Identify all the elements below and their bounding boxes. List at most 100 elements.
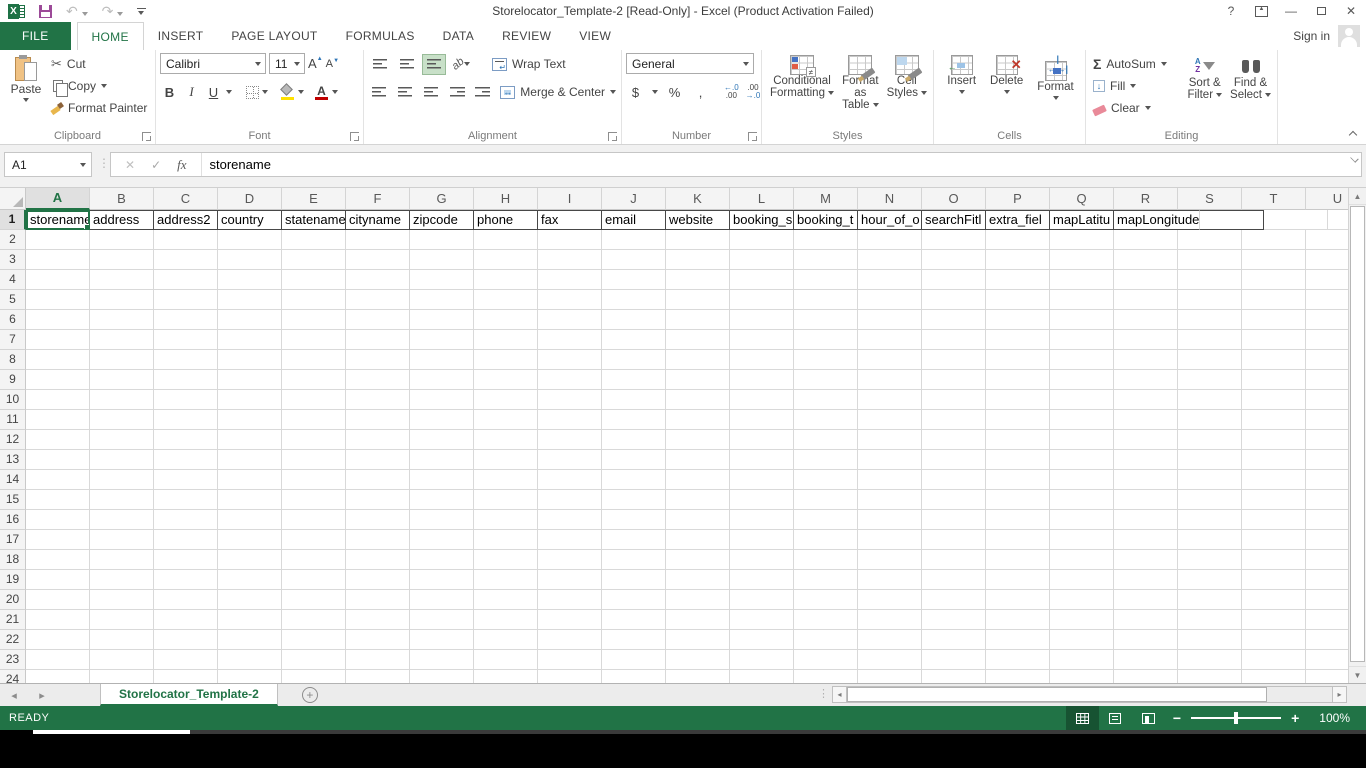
cell-R2[interactable]: [1114, 230, 1178, 250]
cell-B16[interactable]: [90, 510, 154, 530]
column-header-K[interactable]: K: [666, 188, 730, 210]
cell-R7[interactable]: [1114, 330, 1178, 350]
cell-A8[interactable]: [26, 350, 90, 370]
cell-H16[interactable]: [474, 510, 538, 530]
font-size-dropdown-icon[interactable]: [294, 62, 300, 66]
cell-J19[interactable]: [602, 570, 666, 590]
cell-D18[interactable]: [218, 550, 282, 570]
sign-in-link[interactable]: Sign in: [1293, 29, 1330, 43]
cell-P8[interactable]: [986, 350, 1050, 370]
cell-K9[interactable]: [666, 370, 730, 390]
cell-U4[interactable]: [1306, 270, 1348, 290]
cell-S24[interactable]: [1178, 670, 1242, 683]
cell-P22[interactable]: [986, 630, 1050, 650]
cell-Q14[interactable]: [1050, 470, 1114, 490]
cell-R21[interactable]: [1114, 610, 1178, 630]
cell-R4[interactable]: [1114, 270, 1178, 290]
cell-Q15[interactable]: [1050, 490, 1114, 510]
cell-K17[interactable]: [666, 530, 730, 550]
cell-C20[interactable]: [154, 590, 218, 610]
cell-F12[interactable]: [346, 430, 410, 450]
column-header-T[interactable]: T: [1242, 188, 1306, 210]
tab-home[interactable]: HOME: [77, 22, 144, 50]
conditional-formatting-button[interactable]: ≠ Conditional Formatting: [766, 53, 838, 128]
cell-D16[interactable]: [218, 510, 282, 530]
restore-icon[interactable]: [1306, 0, 1336, 22]
cell-Q1[interactable]: mapLatitu: [1050, 210, 1114, 230]
cell-M15[interactable]: [794, 490, 858, 510]
cell-I19[interactable]: [538, 570, 602, 590]
cell-D19[interactable]: [218, 570, 282, 590]
cell-P7[interactable]: [986, 330, 1050, 350]
cell-L5[interactable]: [730, 290, 794, 310]
column-header-C[interactable]: C: [154, 188, 218, 210]
page-layout-view-button[interactable]: [1099, 706, 1132, 730]
cell-M24[interactable]: [794, 670, 858, 683]
row-header-24[interactable]: 24: [0, 670, 26, 683]
row-header-1[interactable]: 1: [0, 210, 26, 230]
cell-C13[interactable]: [154, 450, 218, 470]
cell-C10[interactable]: [154, 390, 218, 410]
cell-R17[interactable]: [1114, 530, 1178, 550]
cell-M16[interactable]: [794, 510, 858, 530]
cell-J14[interactable]: [602, 470, 666, 490]
cell-R1[interactable]: mapLongitude: [1114, 210, 1200, 230]
column-header-G[interactable]: G: [410, 188, 474, 210]
cell-O2[interactable]: [922, 230, 986, 250]
cell-O18[interactable]: [922, 550, 986, 570]
cell-H21[interactable]: [474, 610, 538, 630]
cell-F5[interactable]: [346, 290, 410, 310]
row-header-19[interactable]: 19: [0, 570, 26, 590]
cell-H1[interactable]: phone: [474, 210, 538, 230]
cell-U15[interactable]: [1306, 490, 1348, 510]
cell-Q23[interactable]: [1050, 650, 1114, 670]
cell-F23[interactable]: [346, 650, 410, 670]
cell-N8[interactable]: [858, 350, 922, 370]
cell-O11[interactable]: [922, 410, 986, 430]
cell-A21[interactable]: [26, 610, 90, 630]
cell-E16[interactable]: [282, 510, 346, 530]
undo-dropdown-icon[interactable]: [82, 12, 88, 16]
cell-L14[interactable]: [730, 470, 794, 490]
orientation-button[interactable]: ab: [449, 54, 473, 75]
cell-L16[interactable]: [730, 510, 794, 530]
cell-R8[interactable]: [1114, 350, 1178, 370]
cell-M19[interactable]: [794, 570, 858, 590]
cell-L18[interactable]: [730, 550, 794, 570]
cell-D6[interactable]: [218, 310, 282, 330]
cell-O23[interactable]: [922, 650, 986, 670]
accounting-format-button[interactable]: $: [626, 82, 645, 102]
cell-N10[interactable]: [858, 390, 922, 410]
insert-dropdown-icon[interactable]: [959, 90, 965, 94]
wrap-text-button[interactable]: Wrap Text: [489, 53, 569, 75]
alignment-dialog-launcher-icon[interactable]: [608, 132, 617, 141]
cell-I8[interactable]: [538, 350, 602, 370]
cell-F2[interactable]: [346, 230, 410, 250]
cell-L13[interactable]: [730, 450, 794, 470]
cell-G19[interactable]: [410, 570, 474, 590]
zoom-out-icon[interactable]: −: [1165, 710, 1189, 726]
cell-A23[interactable]: [26, 650, 90, 670]
cell-A15[interactable]: [26, 490, 90, 510]
cell-T11[interactable]: [1242, 410, 1306, 430]
cell-R3[interactable]: [1114, 250, 1178, 270]
new-sheet-icon[interactable]: +: [302, 687, 318, 703]
cell-J16[interactable]: [602, 510, 666, 530]
cell-U10[interactable]: [1306, 390, 1348, 410]
cell-F22[interactable]: [346, 630, 410, 650]
cell-S18[interactable]: [1178, 550, 1242, 570]
cell-T18[interactable]: [1242, 550, 1306, 570]
row-header-22[interactable]: 22: [0, 630, 26, 650]
cell-E2[interactable]: [282, 230, 346, 250]
cell-C9[interactable]: [154, 370, 218, 390]
cell-U3[interactable]: [1306, 250, 1348, 270]
cell-D14[interactable]: [218, 470, 282, 490]
row-header-13[interactable]: 13: [0, 450, 26, 470]
cell-J10[interactable]: [602, 390, 666, 410]
cell-B20[interactable]: [90, 590, 154, 610]
cell-E13[interactable]: [282, 450, 346, 470]
cell-G2[interactable]: [410, 230, 474, 250]
cell-U9[interactable]: [1306, 370, 1348, 390]
delete-cells-button[interactable]: ✕ Delete: [986, 53, 1027, 128]
cell-O17[interactable]: [922, 530, 986, 550]
